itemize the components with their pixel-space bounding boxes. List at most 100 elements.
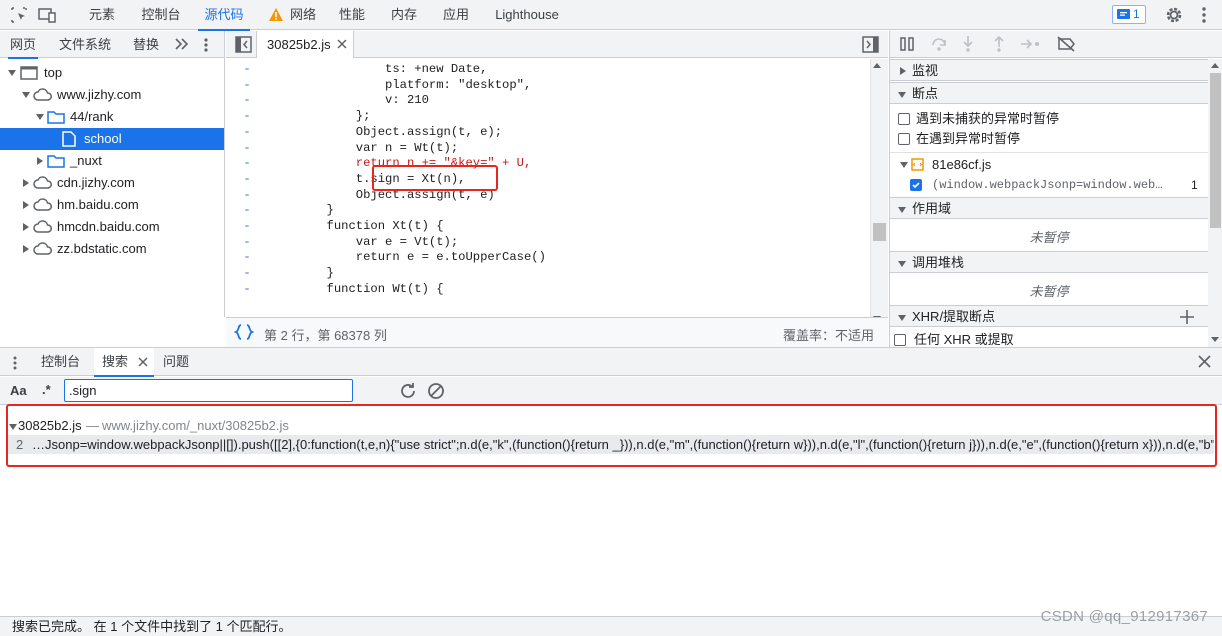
section-xhr-breakpoints[interactable]: XHR/提取断点	[890, 305, 1208, 327]
folder-icon	[47, 154, 65, 168]
more-tabs-chevron-icon[interactable]	[174, 37, 190, 51]
tab-performance[interactable]: 性能	[331, 0, 373, 30]
section-call-stack[interactable]: 调用堆栈	[890, 251, 1208, 273]
warning-icon	[269, 8, 283, 21]
code-line: - v: 210	[243, 93, 429, 108]
search-input[interactable]	[64, 379, 353, 402]
refresh-search-icon[interactable]	[399, 382, 417, 400]
tab-filesystem[interactable]: 文件系统	[59, 31, 111, 58]
callstack-not-paused: 未暂停	[1029, 284, 1069, 299]
tree-label: hmcdn.baidu.com	[57, 219, 160, 234]
section-watch-label: 监视	[912, 63, 939, 78]
highlight-box-results	[6, 404, 1217, 467]
tab-overrides[interactable]: 替换	[133, 31, 159, 58]
editor-status-bar: 第 2 行，第 68378 列 覆盖率：不适用	[226, 317, 888, 347]
editor-file-tab[interactable]: 30825b2.js	[256, 31, 354, 58]
highlight-box-code	[372, 165, 498, 191]
breakpoint-entry[interactable]: (window.webpackJsonp=window.web… 1	[910, 176, 1206, 194]
section-watch[interactable]: 监视	[890, 59, 1208, 81]
navigator-menu-icon[interactable]	[199, 37, 213, 53]
tree-item-domain[interactable]: www.jizhy.com	[0, 84, 224, 106]
step-icon[interactable]	[1020, 37, 1042, 51]
section-scope[interactable]: 作用域	[890, 197, 1208, 219]
scroll-up-arrow-icon[interactable]	[1211, 63, 1219, 68]
drawer-tab-issues[interactable]: 问题	[163, 348, 189, 376]
step-over-icon[interactable]	[930, 36, 948, 52]
toggle-debugger-icon[interactable]	[862, 36, 879, 53]
match-case-toggle[interactable]: Aa	[10, 383, 27, 398]
tree-item-folder[interactable]: 44/rank	[0, 106, 224, 128]
tab-console[interactable]: 控制台	[133, 0, 189, 30]
breakpoint-code: (window.webpackJsonp=window.web…	[932, 178, 1163, 192]
xhr-any-checkbox[interactable]	[894, 334, 906, 346]
settings-gear-icon[interactable]	[1164, 5, 1184, 25]
cloud-icon	[33, 198, 53, 212]
code-line: - };	[243, 109, 371, 124]
close-drawer-icon[interactable]	[1198, 355, 1211, 368]
pause-icon[interactable]	[900, 37, 915, 51]
tree-item-folder[interactable]: _nuxt	[0, 150, 224, 172]
step-into-icon[interactable]	[961, 35, 975, 53]
tab-lighthouse[interactable]: Lighthouse	[487, 0, 567, 30]
expanded-arrow-icon	[36, 114, 44, 120]
pause-uncaught-checkbox[interactable]	[898, 113, 910, 125]
deactivate-breakpoints-icon[interactable]	[1056, 36, 1076, 52]
partial-line	[250, 59, 860, 61]
close-tab-icon[interactable]	[337, 39, 347, 49]
add-xhr-breakpoint-plus-icon[interactable]	[1180, 310, 1194, 324]
scroll-down-arrow-icon[interactable]	[1211, 337, 1219, 342]
code-line: - platform: "desktop",	[243, 77, 532, 92]
tab-application[interactable]: 应用	[435, 0, 477, 30]
section-breakpoints-label: 断点	[912, 86, 939, 101]
pause-caught-checkbox[interactable]	[898, 133, 910, 145]
section-breakpoints[interactable]: 断点	[890, 82, 1208, 104]
drawer-menu-icon[interactable]	[12, 355, 18, 371]
tree-item-domain[interactable]: hmcdn.baidu.com	[0, 216, 224, 238]
editor-file-tab-label: 30825b2.js	[267, 37, 331, 52]
coverage-status: 覆盖率：不适用	[783, 328, 875, 343]
regex-toggle[interactable]: .*	[42, 382, 51, 397]
navigator-tabs: 网页 文件系统 替换	[0, 31, 224, 59]
toggle-navigator-icon[interactable]	[235, 36, 252, 53]
issues-badge[interactable]: 1	[1112, 5, 1146, 24]
drawer-tab-search[interactable]: 搜索	[94, 348, 154, 377]
code-line: - function Wt(t) {	[243, 281, 444, 296]
editor-vertical-scrollbar[interactable]	[870, 59, 888, 329]
pretty-print-braces-icon[interactable]	[234, 324, 254, 340]
step-out-icon[interactable]	[992, 35, 1006, 53]
code-area[interactable]: - ts: +new Date, - platform: "desktop", …	[226, 59, 870, 330]
tab-memory[interactable]: 内存	[383, 0, 425, 30]
collapsed-arrow-icon	[23, 245, 29, 253]
drawer-tab-console[interactable]: 控制台	[41, 348, 80, 376]
tab-elements[interactable]: 元素	[79, 0, 125, 30]
tab-network[interactable]: 网络	[263, 0, 321, 30]
scroll-thumb[interactable]	[1210, 73, 1221, 228]
tree-label: www.jizhy.com	[57, 87, 142, 102]
code-line: - function Xt(t) {	[243, 219, 444, 233]
drawer-tab-search-label: 搜索	[102, 354, 129, 369]
divider	[890, 152, 1208, 153]
tab-page[interactable]: 网页	[7, 31, 39, 59]
clear-search-icon[interactable]	[427, 382, 445, 400]
section-xhr-label: XHR/提取断点	[912, 309, 996, 324]
tree-label: zz.bdstatic.com	[57, 241, 147, 256]
drawer-tabbar: 控制台 搜索 问题	[0, 347, 1222, 377]
scroll-thumb[interactable]	[873, 223, 886, 241]
tab-sources[interactable]: 源代码	[198, 0, 250, 31]
cloud-icon	[33, 242, 53, 256]
inspect-element-icon[interactable]	[9, 5, 29, 25]
tree-item-domain[interactable]: cdn.jizhy.com	[0, 172, 224, 194]
device-toolbar-icon[interactable]	[37, 5, 57, 25]
scroll-up-arrow-icon[interactable]	[873, 63, 881, 68]
collapsed-arrow-icon	[23, 201, 29, 209]
breakpoint-enabled-checkbox[interactable]	[910, 179, 922, 191]
tree-item-top[interactable]: top	[0, 62, 224, 84]
more-options-icon[interactable]	[1194, 5, 1214, 25]
close-search-tab-icon[interactable]	[138, 357, 148, 367]
tree-item-domain[interactable]: zz.bdstatic.com	[0, 238, 224, 260]
tree-item-domain[interactable]: hm.baidu.com	[0, 194, 224, 216]
expanded-arrow-icon	[8, 70, 16, 76]
code-line: - }	[243, 203, 334, 218]
debugger-scrollbar[interactable]	[1208, 59, 1222, 347]
tree-item-selected-file[interactable]: school	[0, 128, 224, 150]
